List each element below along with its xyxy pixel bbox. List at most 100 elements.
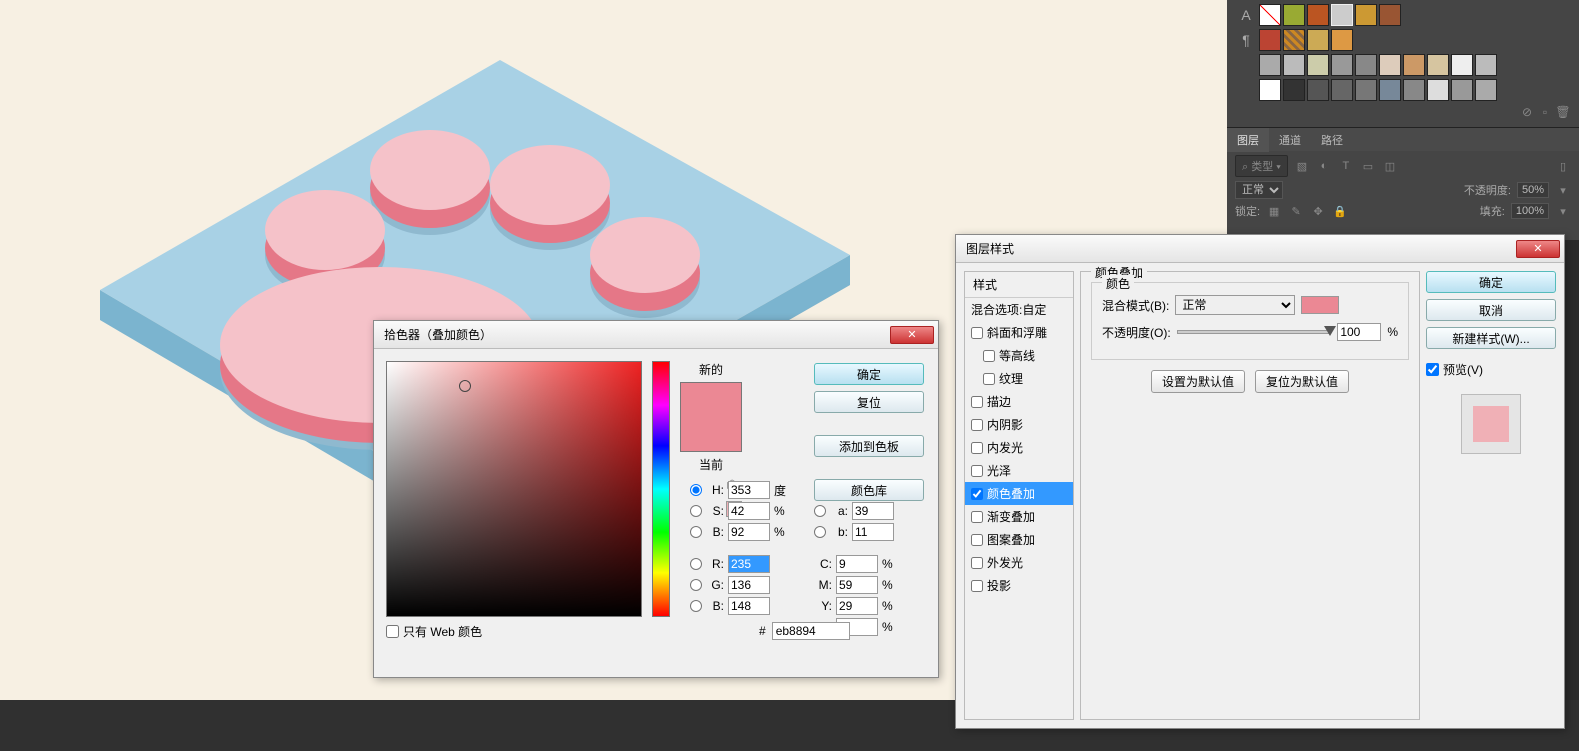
filter-shape-icon[interactable]: ▭: [1360, 158, 1376, 174]
a-radio[interactable]: [814, 505, 826, 517]
chevron-down-icon[interactable]: ▾: [1555, 203, 1571, 219]
overlay-color-swatch[interactable]: [1301, 296, 1339, 314]
blending-options-item[interactable]: 混合选项:自定: [965, 298, 1073, 321]
style-swatch[interactable]: [1331, 4, 1353, 26]
hex-input[interactable]: [772, 622, 850, 640]
style-swatch[interactable]: [1427, 54, 1449, 76]
style-swatch[interactable]: [1379, 54, 1401, 76]
gradient-overlay-item[interactable]: 渐变叠加: [965, 505, 1073, 528]
b-input[interactable]: [728, 523, 770, 541]
lock-move-icon[interactable]: ✥: [1310, 203, 1326, 219]
ok-button[interactable]: 确定: [814, 363, 924, 385]
bevel-checkbox[interactable]: [971, 327, 983, 339]
tab-paths[interactable]: 路径: [1311, 128, 1353, 152]
color-library-button[interactable]: 颜色库: [814, 479, 924, 501]
drop-shadow-item[interactable]: 投影: [965, 574, 1073, 597]
style-swatch[interactable]: [1379, 79, 1401, 101]
color-overlay-item[interactable]: 颜色叠加: [965, 482, 1073, 505]
tab-channels[interactable]: 通道: [1269, 128, 1311, 152]
style-swatch[interactable]: [1259, 29, 1281, 51]
outer-glow-checkbox[interactable]: [971, 557, 983, 569]
style-swatch[interactable]: [1259, 54, 1281, 76]
c-input[interactable]: [836, 555, 878, 573]
style-swatch[interactable]: [1475, 54, 1497, 76]
lock-paint-icon[interactable]: ✎: [1288, 203, 1304, 219]
inner-shadow-item[interactable]: 内阴影: [965, 413, 1073, 436]
texture-item[interactable]: 纹理: [965, 367, 1073, 390]
styles-header[interactable]: 样式: [965, 272, 1073, 298]
style-swatch[interactable]: [1283, 4, 1305, 26]
outer-glow-item[interactable]: 外发光: [965, 551, 1073, 574]
style-swatch[interactable]: [1475, 79, 1497, 101]
style-swatch[interactable]: [1283, 79, 1305, 101]
reset-button[interactable]: 复位: [814, 391, 924, 413]
web-only-checkbox[interactable]: [386, 625, 399, 638]
style-swatch[interactable]: [1451, 54, 1473, 76]
filter-adjust-icon[interactable]: ◐: [1316, 158, 1332, 174]
filter-type-icon[interactable]: T: [1338, 158, 1354, 174]
a-input[interactable]: [852, 502, 894, 520]
ok-button[interactable]: 确定: [1426, 271, 1556, 293]
style-swatch[interactable]: [1403, 79, 1425, 101]
contour-checkbox[interactable]: [983, 350, 995, 362]
filter-toggle-icon[interactable]: ▯: [1555, 158, 1571, 174]
s-radio[interactable]: [690, 505, 702, 517]
set-default-button[interactable]: 设置为默认值: [1151, 370, 1245, 393]
r-radio[interactable]: [690, 558, 702, 570]
h-radio[interactable]: [690, 484, 702, 496]
drop-shadow-checkbox[interactable]: [971, 580, 983, 592]
color-overlay-checkbox[interactable]: [971, 488, 983, 500]
opacity-value[interactable]: 50%: [1517, 182, 1549, 198]
r-input[interactable]: [728, 555, 770, 573]
inner-glow-item[interactable]: 内发光: [965, 436, 1073, 459]
style-swatch[interactable]: [1307, 29, 1329, 51]
style-swatch[interactable]: [1307, 54, 1329, 76]
style-swatch[interactable]: [1307, 4, 1329, 26]
blend-mode-select[interactable]: 正常: [1235, 181, 1283, 199]
opacity-input[interactable]: [1337, 323, 1381, 341]
chevron-down-icon[interactable]: ▾: [1555, 182, 1571, 198]
layer-filter-type[interactable]: ⌕ 类型 ▾: [1235, 155, 1288, 177]
lock-all-icon[interactable]: 🔒: [1332, 203, 1348, 219]
s-input[interactable]: [728, 502, 770, 520]
style-swatch[interactable]: [1307, 79, 1329, 101]
filter-smart-icon[interactable]: ◫: [1382, 158, 1398, 174]
clear-style-icon[interactable]: ⊘: [1519, 104, 1535, 120]
stroke-checkbox[interactable]: [971, 396, 983, 408]
slider-thumb[interactable]: [1324, 326, 1336, 336]
opacity-slider[interactable]: [1177, 330, 1332, 334]
satin-checkbox[interactable]: [971, 465, 983, 477]
fill-value[interactable]: 100%: [1511, 203, 1549, 219]
paragraph-panel-icon[interactable]: ¶: [1235, 29, 1257, 51]
blend-mode-select[interactable]: 正常: [1175, 295, 1295, 315]
close-button[interactable]: ✕: [1516, 240, 1560, 258]
style-swatch[interactable]: [1355, 4, 1377, 26]
hue-slider[interactable]: [652, 361, 670, 617]
style-swatch[interactable]: [1283, 54, 1305, 76]
tab-layers[interactable]: 图层: [1227, 128, 1269, 152]
style-swatch[interactable]: [1451, 79, 1473, 101]
color-picker-titlebar[interactable]: 拾色器（叠加颜色） ✕: [374, 321, 938, 349]
g-radio[interactable]: [690, 579, 702, 591]
contour-item[interactable]: 等高线: [965, 344, 1073, 367]
color-field[interactable]: [386, 361, 642, 617]
pattern-overlay-item[interactable]: 图案叠加: [965, 528, 1073, 551]
reset-default-button[interactable]: 复位为默认值: [1255, 370, 1349, 393]
current-color[interactable]: [681, 417, 741, 451]
style-swatch[interactable]: [1403, 54, 1425, 76]
new-style-icon[interactable]: ▫: [1537, 104, 1553, 120]
layer-style-titlebar[interactable]: 图层样式 ✕: [956, 235, 1564, 263]
m-input[interactable]: [836, 576, 878, 594]
cancel-button[interactable]: 取消: [1426, 299, 1556, 321]
style-swatch[interactable]: [1355, 54, 1377, 76]
style-swatch[interactable]: [1355, 79, 1377, 101]
style-none-swatch[interactable]: [1259, 4, 1281, 26]
style-swatch[interactable]: [1331, 79, 1353, 101]
delete-style-icon[interactable]: 🗑: [1555, 104, 1571, 120]
h-input[interactable]: [728, 481, 770, 499]
lab-b-radio[interactable]: [814, 526, 826, 538]
preview-checkbox[interactable]: [1426, 363, 1439, 376]
pattern-overlay-checkbox[interactable]: [971, 534, 983, 546]
inner-glow-checkbox[interactable]: [971, 442, 983, 454]
style-swatch[interactable]: [1331, 29, 1353, 51]
